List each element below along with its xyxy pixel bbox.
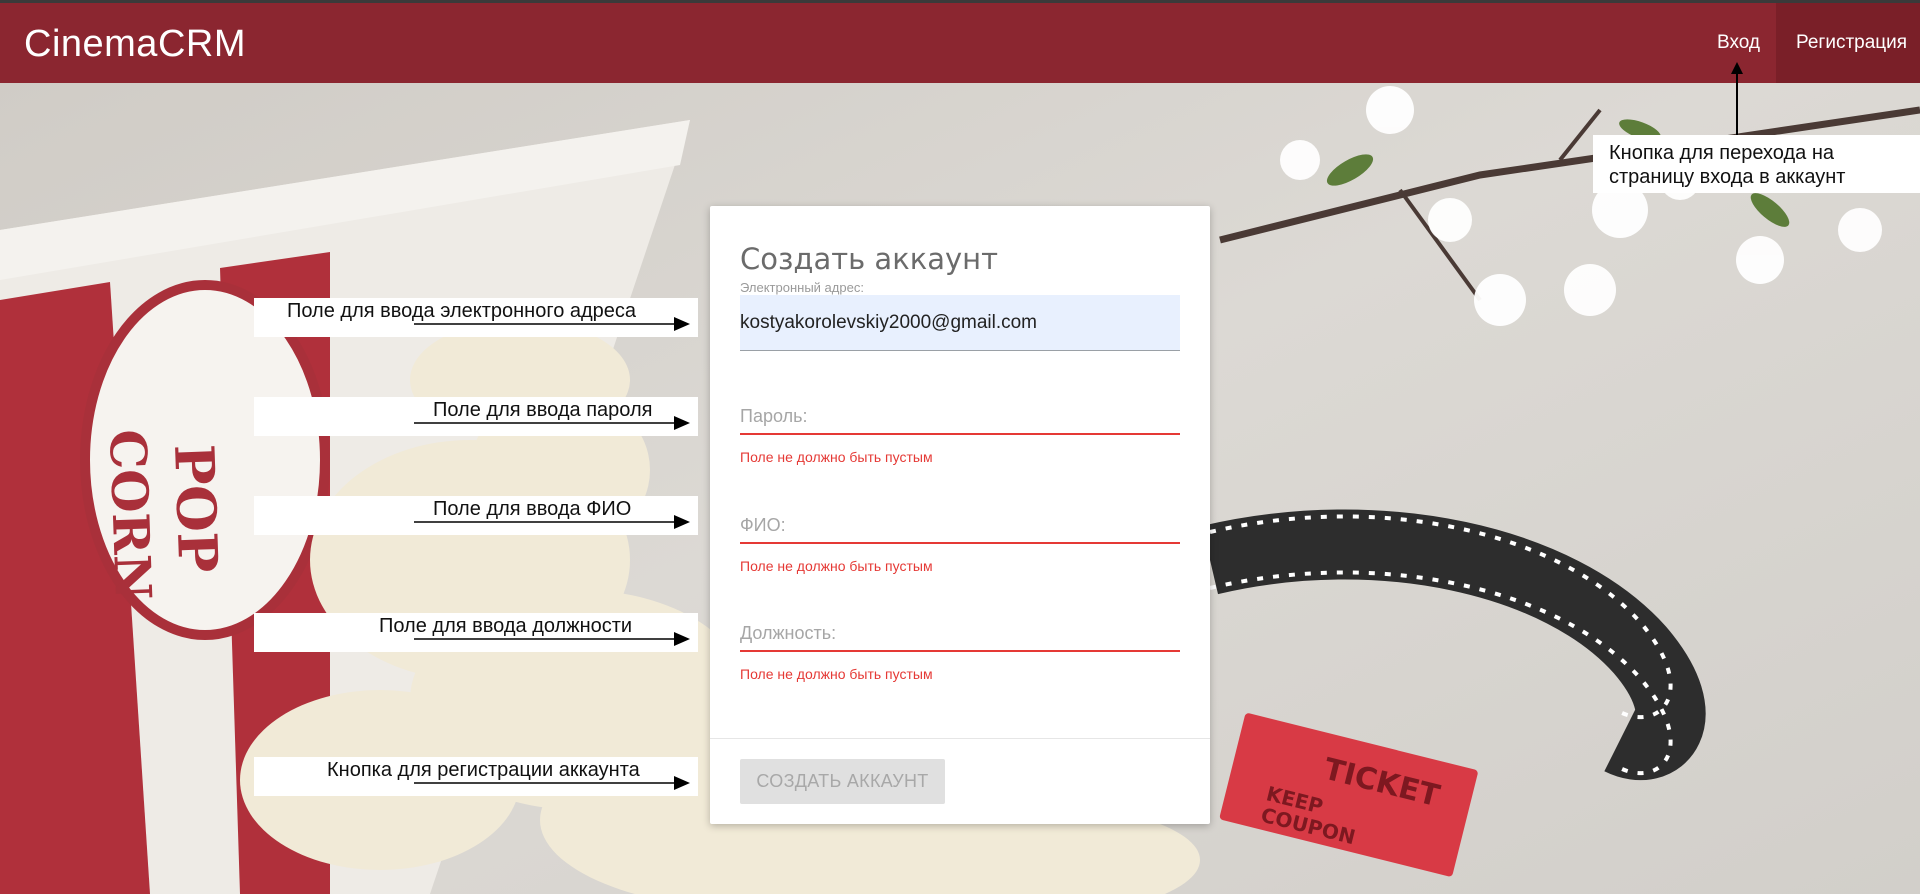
position-field[interactable] [740,616,1180,652]
arrow-right-icon [414,416,690,430]
annotation-position: Поле для ввода должности [254,613,698,652]
annotation-login-link: Кнопка для перехода на страницу входа в … [1593,135,1920,193]
arrow-right-icon [414,317,690,331]
annotation-login-text: Кнопка для перехода на страницу входа в … [1609,142,1846,188]
arrow-right-icon [414,515,690,529]
email-field-box [740,295,1180,351]
fio-field[interactable] [740,508,1180,544]
arrow-right-icon [414,776,690,790]
fio-error: Поле не должно быть пустым [740,558,933,574]
card-divider [710,738,1210,739]
create-account-button[interactable]: Создать аккаунт [740,759,945,804]
annotation-fio: Поле для ввода ФИО [254,496,698,535]
annotation-password: Поле для ввода пароля [254,397,698,436]
password-error: Поле не должно быть пустым [740,449,933,465]
login-annotation-arrow [1731,62,1743,138]
form-title: Создать аккаунт [740,242,999,276]
email-field[interactable] [740,312,1170,334]
position-error: Поле не должно быть пустым [740,666,933,682]
arrow-right-icon [414,632,690,646]
annotation-email: Поле для ввода электронного адреса [254,298,698,337]
register-card: Создать аккаунт Электронный адрес: Поле … [710,206,1210,824]
svg-text:CORN: CORN [98,428,163,601]
svg-text:POP: POP [162,443,230,573]
page: POP CORN TICKET KEEP COUPON CinemaCRM Вх… [0,0,1920,894]
password-field[interactable] [740,399,1180,435]
email-label: Электронный адрес: [740,280,864,295]
brand-logo[interactable]: CinemaCRM [24,23,246,66]
top-nav: CinemaCRM Вход Регистрация [0,0,1920,83]
annotation-register-button: Кнопка для регистрации аккаунта [254,757,698,796]
register-link[interactable]: Регистрация [1776,3,1920,83]
